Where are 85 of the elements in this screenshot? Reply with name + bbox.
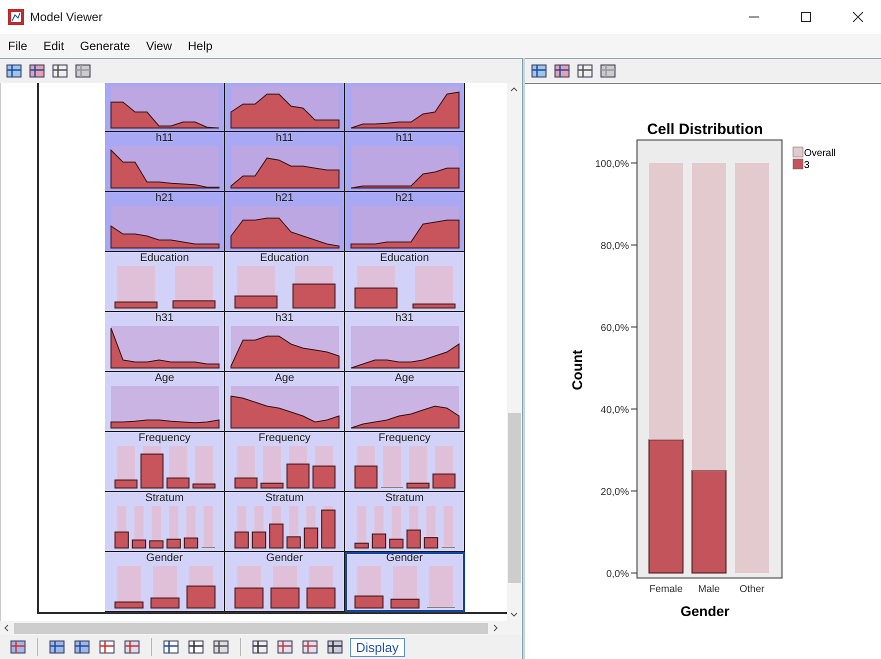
chart-cell[interactable]: Education	[105, 252, 225, 312]
chart-title: Cell Distribution	[647, 121, 763, 138]
cell-label: Education	[260, 252, 309, 265]
cell-label: Age	[394, 372, 414, 385]
chart-cell[interactable]: h31	[105, 312, 225, 372]
cell-label: Age	[154, 372, 174, 385]
cell-label: Gender	[266, 552, 303, 565]
app-icon	[8, 9, 24, 25]
display-button[interactable]: Display	[350, 638, 405, 656]
scroll-down-icon[interactable]	[510, 612, 518, 618]
cell-label: Gender	[386, 552, 423, 565]
cell-label: h31	[395, 312, 414, 325]
overall-bar	[382, 446, 400, 488]
chart-cell[interactable]: Education	[345, 252, 465, 312]
legend-swatch	[792, 158, 804, 170]
cell-label: Frequency	[258, 432, 310, 445]
cell-label: Stratum	[145, 492, 184, 505]
chart-cell[interactable]: Age	[105, 372, 225, 432]
cell-label: h31	[155, 312, 174, 325]
legend-label: Overall	[804, 148, 836, 159]
close-icon	[853, 12, 863, 22]
chart-cell[interactable]: Gender	[225, 552, 345, 612]
cell-label: Stratum	[265, 492, 304, 505]
cell-label: Frequency	[138, 432, 190, 445]
chart-cell[interactable]: Stratum	[225, 492, 345, 552]
cell-label: h11	[396, 132, 414, 145]
chart-cell[interactable]: Stratum	[345, 492, 465, 552]
chart-cell[interactable]: h21	[105, 192, 225, 252]
scroll-right-icon[interactable]	[493, 624, 499, 632]
cell-label: Education	[380, 252, 429, 265]
y-axis-label: Count	[569, 350, 585, 390]
chart-cell[interactable]: Gender	[345, 552, 465, 612]
menu-item[interactable]: Help	[182, 37, 219, 55]
cell-label: Education	[140, 252, 189, 265]
chart-cell[interactable]: Frequency	[105, 432, 225, 492]
chart-cell[interactable]	[345, 83, 465, 132]
scroll-up-icon[interactable]	[510, 86, 518, 92]
chart-cell[interactable]: Frequency	[225, 432, 345, 492]
overall-bar	[443, 506, 452, 548]
cell-label: Frequency	[378, 432, 430, 445]
chart-cell[interactable]: Stratum	[105, 492, 225, 552]
menu-item[interactable]: Edit	[37, 37, 70, 55]
chart-cell[interactable]: h31	[345, 312, 465, 372]
chart-cell[interactable]: Education	[225, 252, 345, 312]
chart-cell[interactable]: h31	[225, 312, 345, 372]
cell-label: h21	[155, 192, 174, 205]
y-tick-label: 100,0%	[595, 159, 629, 170]
chart-cell[interactable]: h11	[105, 132, 225, 192]
chart-cell[interactable]: Gender	[105, 552, 225, 612]
chart-cell[interactable]	[105, 83, 225, 132]
overall-bar	[428, 566, 452, 608]
menu-item[interactable]: File	[2, 37, 34, 55]
legend-swatch	[792, 146, 804, 158]
y-tick-label: 0,0%	[606, 569, 629, 580]
cell-label: Age	[274, 372, 294, 385]
scroll-left-icon[interactable]	[3, 624, 9, 632]
chart-cell[interactable]: Age	[345, 372, 465, 432]
x-tick-label: Other	[740, 584, 764, 595]
overall-bar	[203, 506, 212, 548]
y-tick-label: 80,0%	[600, 241, 629, 252]
cell-label: Stratum	[385, 492, 424, 505]
chart-cell[interactable]: h21	[345, 192, 465, 252]
cell-label: h11	[276, 132, 294, 145]
chart-cell[interactable]: h21	[225, 192, 345, 252]
x-axis-label: Gender	[680, 603, 730, 619]
chart-cell[interactable]: Age	[225, 372, 345, 432]
window-title: Model Viewer	[30, 10, 104, 24]
x-tick-label: Female	[649, 584, 683, 595]
cell-label: h21	[395, 192, 414, 205]
cell-label: h31	[275, 312, 294, 325]
cell-label: h21	[275, 192, 294, 205]
chart-cell[interactable]	[225, 83, 345, 132]
y-tick-label: 60,0%	[600, 323, 629, 334]
cell-label: Gender	[146, 552, 183, 565]
y-tick-label: 40,0%	[600, 405, 629, 416]
y-tick-label: 20,0%	[600, 487, 629, 498]
chart-cell[interactable]: h11	[225, 132, 345, 192]
legend-label: 3	[804, 160, 810, 171]
menu-item[interactable]: Generate	[74, 37, 136, 55]
menu-item[interactable]: View	[140, 37, 178, 55]
chart-cell[interactable]: Frequency	[345, 432, 465, 492]
x-tick-label: Male	[698, 584, 720, 595]
maximize-icon	[801, 12, 811, 22]
cell-label: h11	[156, 132, 174, 145]
chart-cell[interactable]: h11	[345, 132, 465, 192]
